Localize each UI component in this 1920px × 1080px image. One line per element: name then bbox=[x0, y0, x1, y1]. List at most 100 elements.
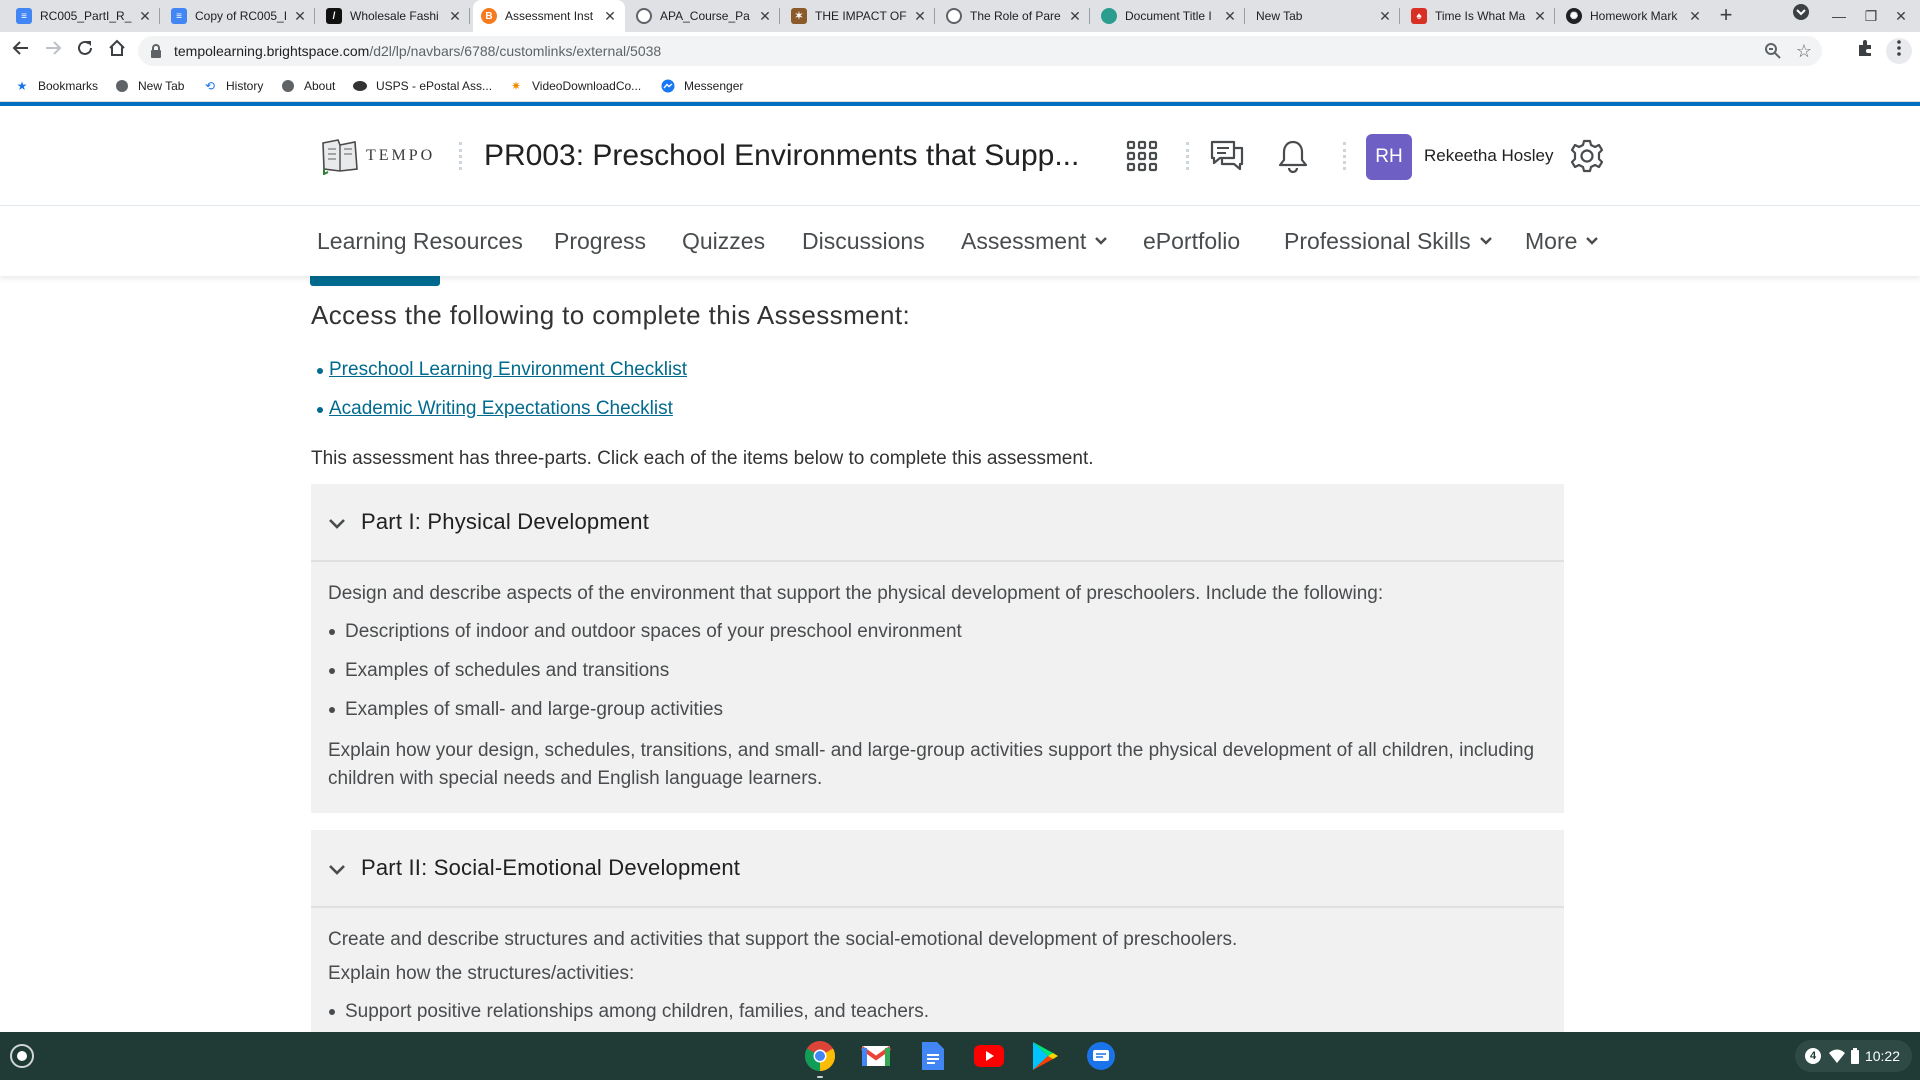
accordion-body: Create and describe structures and activ… bbox=[311, 908, 1564, 1032]
part-outro: Explain how your design, schedules, tran… bbox=[328, 740, 1535, 789]
accordion-header[interactable]: Part I: Physical Development bbox=[311, 484, 1564, 562]
nav-assessment[interactable]: Assessment bbox=[961, 224, 1108, 258]
course-navbar: Learning Resources Progress Quizzes Disc… bbox=[0, 206, 1920, 276]
page-content: Access the following to complete this As… bbox=[0, 276, 1920, 1032]
notifications-bell-icon[interactable] bbox=[1273, 136, 1313, 176]
docs-icon[interactable] bbox=[917, 1040, 949, 1072]
bookmark-item[interactable]: Messenger bbox=[660, 70, 743, 102]
close-icon[interactable]: ✕ bbox=[1688, 8, 1702, 25]
close-window-button[interactable]: ✕ bbox=[1886, 0, 1916, 32]
reload-button[interactable] bbox=[73, 39, 97, 63]
browser-tab[interactable]: Document Title I ✕ bbox=[1093, 0, 1245, 32]
forward-button[interactable] bbox=[41, 39, 65, 63]
messages-icon[interactable] bbox=[1085, 1040, 1117, 1072]
browser-tab[interactable]: New Tab ✕ bbox=[1248, 0, 1400, 32]
close-icon[interactable]: ✕ bbox=[603, 8, 617, 25]
browser-tab[interactable]: APA_Course_Pa ✕ bbox=[628, 0, 780, 32]
course-selector-grid-icon[interactable] bbox=[1122, 136, 1162, 176]
sparkle-icon: ✷ bbox=[510, 79, 522, 93]
browser-tab-strip: ≡ RC005_PartI_R_I ✕ ≡ Copy of RC005_I ✕ … bbox=[0, 0, 1920, 32]
tab-search-icon[interactable] bbox=[1786, 0, 1816, 32]
youtube-icon[interactable] bbox=[973, 1040, 1005, 1072]
gmail-icon[interactable] bbox=[860, 1040, 892, 1072]
docs-icon: ≡ bbox=[171, 8, 187, 24]
assessment-intro: This assessment has three-parts. Click e… bbox=[311, 448, 1094, 469]
nav-eportfolio[interactable]: ePortfolio bbox=[1143, 224, 1240, 258]
bookmark-item[interactable]: ★ Bookmarks bbox=[14, 70, 98, 102]
accordion-part-1: Part I: Physical Development Design and … bbox=[311, 484, 1564, 813]
tempo-logo[interactable]: TEMPO bbox=[320, 136, 435, 176]
avatar[interactable]: RH bbox=[1366, 134, 1412, 180]
close-icon[interactable]: ✕ bbox=[1223, 8, 1237, 25]
star-icon: ★ bbox=[16, 79, 28, 93]
address-bar[interactable]: tempolearning.brightspace.com/d2l/lp/nav… bbox=[138, 36, 1822, 66]
chrome-icon[interactable] bbox=[804, 1040, 836, 1072]
home-button[interactable] bbox=[105, 39, 129, 63]
close-icon[interactable]: ✕ bbox=[1378, 8, 1392, 25]
message-alerts-icon[interactable] bbox=[1207, 136, 1247, 176]
browser-tab[interactable]: ✶ THE IMPACT OF ✕ bbox=[783, 0, 935, 32]
nav-learning-resources[interactable]: Learning Resources bbox=[317, 224, 523, 258]
nav-more[interactable]: More bbox=[1525, 224, 1599, 258]
lock-icon bbox=[150, 43, 162, 59]
wifi-icon bbox=[1829, 1049, 1845, 1066]
globe-icon bbox=[114, 78, 130, 94]
brightspace-icon: B bbox=[481, 8, 497, 24]
earth-icon bbox=[1101, 8, 1117, 24]
url-host: tempolearning.brightspace.com bbox=[174, 43, 370, 59]
close-icon[interactable]: ✕ bbox=[138, 8, 152, 25]
bookmark-item[interactable]: USPS - ePostal Ass... bbox=[352, 70, 492, 102]
restore-button[interactable]: ❐ bbox=[1856, 0, 1886, 32]
play-store-icon[interactable] bbox=[1029, 1040, 1061, 1072]
list-item: Examples of schedules and transitions bbox=[328, 651, 1548, 690]
bookmark-item[interactable]: ⟲ History bbox=[202, 70, 263, 102]
launcher-button[interactable] bbox=[10, 1044, 34, 1068]
gear-icon[interactable] bbox=[1567, 136, 1607, 176]
close-icon[interactable]: ✕ bbox=[448, 8, 462, 25]
course-title[interactable]: PR003: Preschool Environments that Supp.… bbox=[484, 136, 1079, 176]
extensions-icon[interactable] bbox=[1853, 39, 1877, 63]
chevron-down-icon bbox=[1479, 237, 1492, 245]
browser-toolbar: tempolearning.brightspace.com/d2l/lp/nav… bbox=[0, 32, 1920, 70]
globe-icon bbox=[946, 8, 962, 24]
close-icon[interactable]: ✕ bbox=[758, 8, 772, 25]
bookmark-item[interactable]: ✷ VideoDownloadCo... bbox=[508, 70, 641, 102]
close-icon[interactable]: ✕ bbox=[1068, 8, 1082, 25]
nav-progress[interactable]: Progress bbox=[554, 224, 646, 258]
logo-text: TEMPO bbox=[366, 147, 436, 164]
accordion-header[interactable]: Part II: Social-Emotional Development bbox=[311, 830, 1564, 908]
close-icon[interactable]: ✕ bbox=[293, 8, 307, 25]
nav-professional-skills[interactable]: Professional Skills bbox=[1284, 224, 1493, 258]
writing-checklist-link[interactable]: Academic Writing Expectations Checklist bbox=[329, 398, 673, 419]
chevron-down-icon bbox=[329, 519, 345, 529]
browser-tab-active[interactable]: B Assessment Inst ✕ bbox=[473, 0, 625, 32]
resource-links: Preschool Learning Environment Checklist… bbox=[316, 358, 687, 436]
close-icon[interactable]: ✕ bbox=[1533, 8, 1547, 25]
book-logo-icon bbox=[322, 139, 358, 175]
chevron-down-icon bbox=[1095, 237, 1108, 245]
nav-discussions[interactable]: Discussions bbox=[802, 224, 925, 258]
zoom-icon[interactable] bbox=[1764, 42, 1782, 65]
back-button[interactable] bbox=[9, 39, 33, 63]
new-tab-button[interactable]: + bbox=[1714, 4, 1738, 28]
browser-tab[interactable]: ≡ Copy of RC005_I ✕ bbox=[163, 0, 315, 32]
menu-icon[interactable] bbox=[1886, 38, 1912, 64]
list-item: Preschool Learning Environment Checklist bbox=[316, 358, 687, 397]
close-icon[interactable]: ✕ bbox=[913, 8, 927, 25]
browser-tab[interactable]: ≡ RC005_PartI_R_I ✕ bbox=[8, 0, 160, 32]
user-name[interactable]: Rekeetha Hosley bbox=[1424, 136, 1553, 176]
nav-quizzes[interactable]: Quizzes bbox=[682, 224, 765, 258]
status-tray[interactable]: 4 10:22 bbox=[1795, 1040, 1912, 1072]
preschool-checklist-link[interactable]: Preschool Learning Environment Checklist bbox=[329, 359, 687, 380]
minimize-button[interactable]: — bbox=[1824, 0, 1854, 32]
browser-tab[interactable]: The Role of Pare ✕ bbox=[938, 0, 1090, 32]
bookmark-item[interactable]: About bbox=[280, 70, 335, 102]
browser-tab[interactable]: ♠ Time Is What Ma ✕ bbox=[1403, 0, 1555, 32]
list-item: Examples of small- and large-group activ… bbox=[328, 690, 1548, 729]
url-text[interactable]: tempolearning.brightspace.com/d2l/lp/nav… bbox=[174, 36, 661, 66]
browser-tab[interactable]: / Wholesale Fashi ✕ bbox=[318, 0, 470, 32]
bookmark-item[interactable]: New Tab bbox=[114, 70, 184, 102]
star-icon[interactable]: ☆ bbox=[1796, 41, 1812, 62]
globe-icon bbox=[636, 8, 652, 24]
browser-tab[interactable]: ✺ Homework Mark ✕ bbox=[1558, 0, 1710, 32]
